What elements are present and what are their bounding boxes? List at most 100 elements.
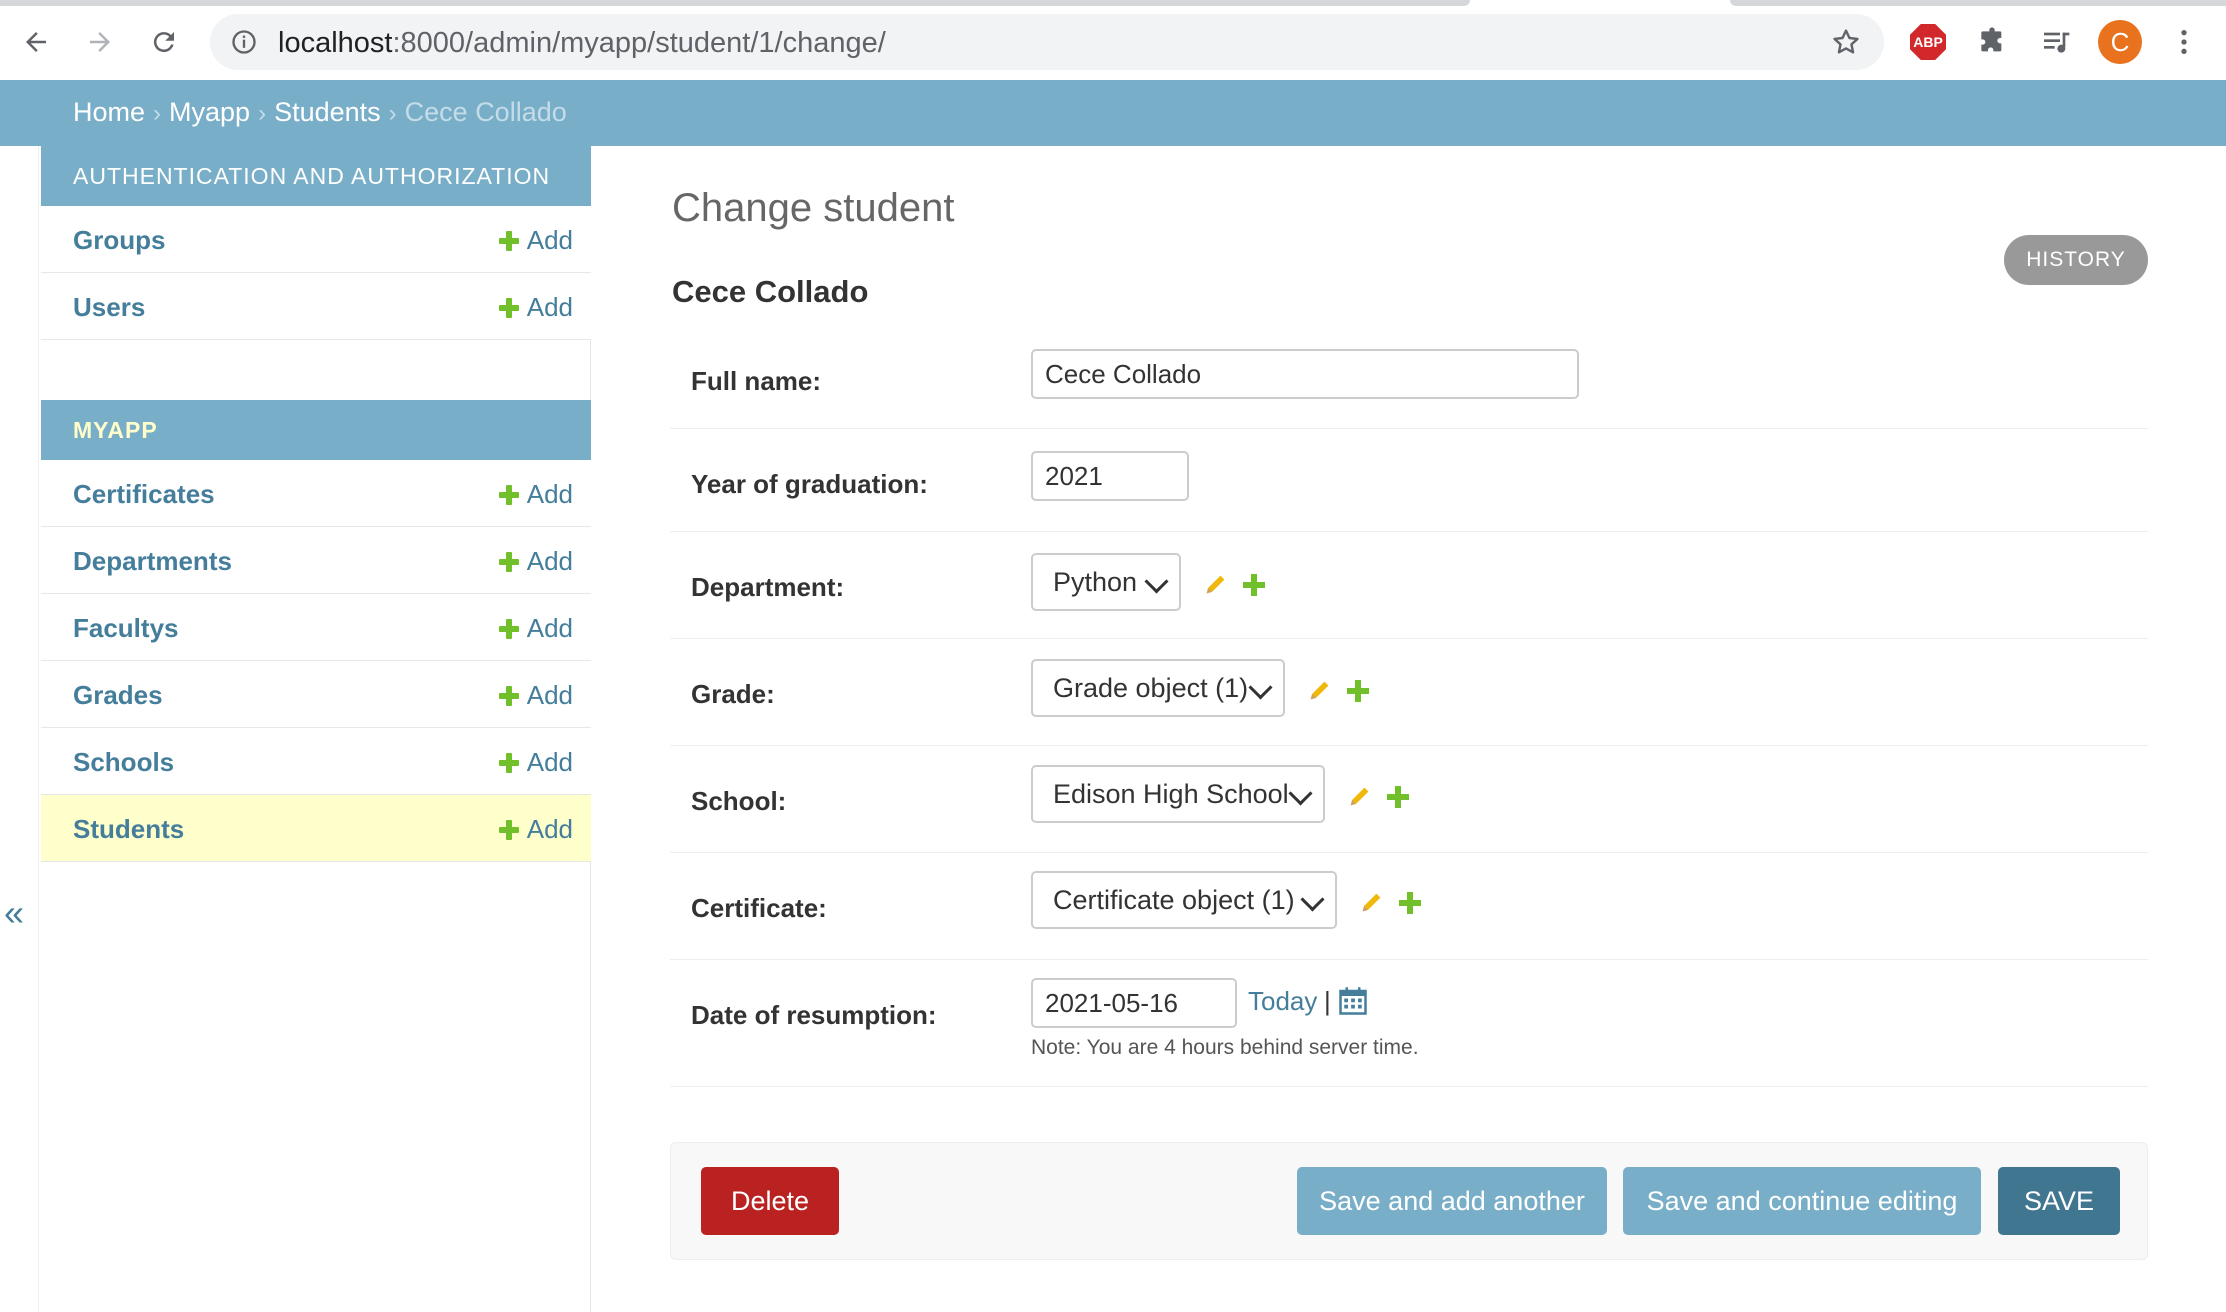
today-link[interactable]: Today [1248,986,1317,1017]
add-icon [498,230,519,251]
department-label: Department: [691,572,845,602]
adblock-extension-icon[interactable]: ABP [1906,20,1950,64]
school-select[interactable]: Edison High School [1031,765,1325,823]
sidebar-item-label[interactable]: Facultys [73,613,179,644]
add-grade-plus-icon[interactable] [1347,680,1369,702]
kebab-menu-icon[interactable] [2162,20,2206,64]
collapse-sidebar-button[interactable]: « [4,892,24,934]
page-title: Change student [672,186,955,230]
add-label: Add [526,814,573,844]
year-of-graduation-field[interactable]: 2021 [1031,451,1189,501]
abp-badge: ABP [1910,24,1946,60]
sidebar-item-schools: Schools Add [41,728,591,795]
full-name-field[interactable]: Cece Collado [1031,349,1579,399]
add-icon [498,484,519,505]
reload-icon[interactable] [142,20,186,64]
module-caption-auth[interactable]: AUTHENTICATION AND AUTHORIZATION [41,146,591,206]
breadcrumb-separator: › [258,100,267,127]
add-certificate-link[interactable]: Add [498,479,573,510]
date-of-resumption-label: Date of resumption: [691,1000,937,1030]
edit-department-pencil-icon[interactable] [1202,570,1230,598]
calendar-icon[interactable] [1338,986,1368,1016]
add-grade-link[interactable]: Add [498,680,573,711]
add-group-link[interactable]: Add [498,225,573,256]
add-department-plus-icon[interactable] [1243,574,1265,596]
certificate-select[interactable]: Certificate object (1) [1031,871,1337,929]
module-myapp: MYAPP Certificates Add Departments Add F… [41,400,591,862]
address-bar[interactable]: localhost:8000/admin/myapp/student/1/cha… [210,14,1884,70]
tab-strip-right [1730,0,2226,6]
url-path: :8000/admin/myapp/student/1/change/ [392,27,886,59]
module-caption-myapp[interactable]: MYAPP [41,400,591,460]
module-auth: AUTHENTICATION AND AUTHORIZATION Groups … [41,146,591,340]
add-label: Add [526,225,573,255]
sidebar-item-facultys: Facultys Add [41,594,591,661]
url-host: localhost [278,27,393,59]
edit-certificate-pencil-icon[interactable] [1358,888,1386,916]
add-label: Add [526,680,573,710]
save-and-continue-button[interactable]: Save and continue editing [1623,1167,1981,1235]
add-label: Add [526,292,573,322]
forward-arrow-icon[interactable] [78,20,122,64]
nav-sidebar: AUTHENTICATION AND AUTHORIZATION Groups … [0,146,592,1312]
breadcrumb-current: Cece Collado [404,97,567,127]
submit-row: Delete Save and add another Save and con… [670,1142,2148,1260]
profile-avatar[interactable]: C [2098,20,2142,64]
sidebar-item-label[interactable]: Grades [73,680,163,711]
url-text[interactable]: localhost:8000/admin/myapp/student/1/cha… [278,27,886,60]
add-student-link[interactable]: Add [498,814,573,845]
delete-button[interactable]: Delete [701,1167,839,1235]
extensions-puzzle-icon[interactable] [1970,20,2014,64]
add-icon [498,819,519,840]
certificate-label: Certificate: [691,893,827,923]
sidebar-divider [38,146,39,1312]
add-department-link[interactable]: Add [498,546,573,577]
breadcrumb-home-link[interactable]: Home [73,97,145,127]
add-icon [498,297,519,318]
grade-select[interactable]: Grade object (1) [1031,659,1285,717]
breadcrumb-model-link[interactable]: Students [274,97,381,127]
edit-school-pencil-icon[interactable] [1346,782,1374,810]
certificate-selected: Certificate object (1) [1053,885,1295,915]
chevron-down-icon [1144,569,1169,594]
add-school-plus-icon[interactable] [1387,786,1409,808]
date-of-resumption-field[interactable]: 2021-05-16 [1031,978,1237,1028]
sidebar-item-label[interactable]: Students [73,814,184,845]
add-label: Add [526,546,573,576]
site-info-icon[interactable] [230,28,258,61]
sidebar-item-label[interactable]: Schools [73,747,174,778]
bookmark-star-icon[interactable] [1830,26,1862,63]
save-and-add-another-button[interactable]: Save and add another [1297,1167,1607,1235]
breadcrumb-app-link[interactable]: Myapp [169,97,250,127]
sidebar-item-label[interactable]: Departments [73,546,232,577]
edit-grade-pencil-icon[interactable] [1306,676,1334,704]
history-button[interactable]: HISTORY [2004,235,2148,285]
sidebar-item-students: Students Add [41,795,591,862]
object-title: Cece Collado [672,274,869,309]
save-button[interactable]: SAVE [1998,1167,2120,1235]
breadcrumb-separator: › [388,100,397,127]
date-separator: | [1324,986,1331,1016]
add-school-link[interactable]: Add [498,747,573,778]
department-select[interactable]: Python [1031,553,1181,611]
tab-strip [0,0,1470,6]
back-arrow-icon[interactable] [14,20,58,64]
timezone-note: Note: You are 4 hours behind server time… [1031,1036,1419,1059]
sidebar-item-departments: Departments Add [41,527,591,594]
school-label: School: [691,786,787,816]
add-certificate-plus-icon[interactable] [1399,892,1421,914]
form-row-year-of-graduation: Year of graduation: [670,429,2148,532]
school-selected: Edison High School [1053,779,1289,809]
sidebar-item-grades: Grades Add [41,661,591,728]
sidebar-item-label[interactable]: Groups [73,225,165,256]
sidebar-item-label[interactable]: Certificates [73,479,215,510]
add-user-link[interactable]: Add [498,292,573,323]
media-queue-icon[interactable] [2034,20,2078,64]
browser-toolbar: localhost:8000/admin/myapp/student/1/cha… [0,0,2226,81]
add-faculty-link[interactable]: Add [498,613,573,644]
sidebar-item-label[interactable]: Users [73,292,145,323]
grade-label: Grade: [691,679,775,709]
department-selected: Python [1053,567,1138,597]
grade-selected: Grade object (1) [1053,673,1249,703]
full-name-label: Full name: [691,366,822,396]
